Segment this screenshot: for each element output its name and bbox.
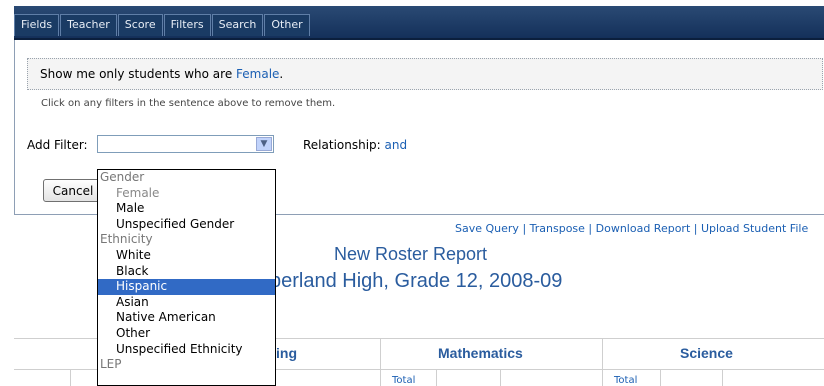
dropdown-option[interactable]: White (98, 248, 275, 264)
tab-score[interactable]: Score (117, 14, 163, 36)
subject-header-mathematics: Mathematics (438, 345, 523, 361)
filter-sentence-suffix: . (279, 67, 284, 81)
add-filter-label: Add Filter: (27, 138, 88, 152)
add-filter-select[interactable]: ▼ (97, 135, 274, 153)
add-filter-dropdown-list[interactable]: Gender Female Male Unspecified Gender Ethnic… (97, 169, 276, 386)
filter-value-link[interactable]: Female (236, 67, 279, 81)
dropdown-option[interactable]: Other (98, 326, 275, 342)
table-column-divider (380, 338, 381, 386)
subject-header-reading: ing (276, 345, 297, 361)
tab-search[interactable]: Search (211, 14, 264, 36)
tab-list: Fields Teacher Score Filters Search Othe… (14, 14, 311, 36)
relationship-label: Relationship: (303, 138, 381, 152)
filter-sentence: Show me only students who are Female. (27, 58, 823, 90)
table-column-divider (722, 369, 723, 386)
dropdown-group-label: LEP (100, 357, 122, 372)
filter-hint: Click on any filters in the sentence abo… (41, 98, 336, 109)
cancel-button[interactable]: Cancel (43, 179, 103, 202)
chevron-down-icon[interactable]: ▼ (256, 137, 272, 151)
subject-header-science: Science (680, 345, 733, 361)
download-report-link[interactable]: Download Report (596, 222, 691, 235)
dropdown-option[interactable]: Unspecified Ethnicity (98, 342, 275, 358)
dropdown-group-label: Gender (100, 170, 145, 184)
filter-sentence-prefix: Show me only students who are (40, 67, 237, 81)
table-column-divider (436, 369, 437, 386)
relationship-value-link[interactable]: and (385, 138, 408, 152)
tab-teacher[interactable]: Teacher (60, 14, 117, 36)
dropdown-option[interactable]: Asian (98, 295, 275, 311)
tab-filters[interactable]: Filters (163, 14, 211, 36)
dropdown-group-label: Ethnicity (100, 232, 153, 247)
total-header[interactable]: Total (392, 375, 415, 386)
table-column-divider (70, 369, 71, 386)
save-query-link[interactable]: Save Query (455, 222, 519, 235)
report-links: Save Query | Transpose | Download Report… (455, 222, 809, 235)
dropdown-option[interactable]: Male (98, 201, 275, 217)
total-header[interactable]: Total (614, 375, 637, 386)
dropdown-option[interactable]: Hispanic (98, 279, 275, 295)
transpose-link[interactable]: Transpose (530, 222, 585, 235)
table-column-divider (500, 369, 501, 386)
tab-bar: Fields Teacher Score Filters Search Othe… (14, 6, 824, 40)
upload-student-file-link[interactable]: Upload Student File (701, 222, 808, 235)
table-column-divider (602, 338, 603, 386)
report-title: New Roster Report (334, 244, 488, 264)
dropdown-option: Female (116, 185, 160, 200)
tab-fields[interactable]: Fields (14, 14, 60, 36)
dropdown-option[interactable]: Native American (98, 310, 275, 326)
dropdown-option[interactable]: Black (98, 264, 275, 280)
report-subtitle: yberland High, Grade 12, 2008-09 (260, 270, 563, 292)
dropdown-option[interactable]: Unspecified Gender (98, 217, 275, 233)
table-column-divider (660, 369, 661, 386)
relationship: Relationship: and (303, 138, 407, 152)
tab-other[interactable]: Other (264, 14, 310, 36)
